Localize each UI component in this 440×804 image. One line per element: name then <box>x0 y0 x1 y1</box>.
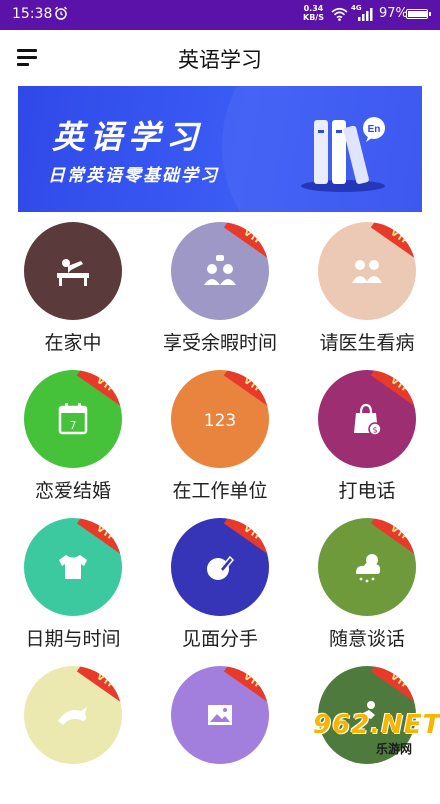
category-label: 见面分手 <box>181 628 258 650</box>
category-circle: VIP <box>171 666 269 764</box>
weather-icon <box>356 554 381 583</box>
category-item[interactable]: VIP $ 打电话 <box>294 360 440 508</box>
tshirt-icon <box>59 555 87 579</box>
category-circle: VIP $ <box>318 370 416 468</box>
category-label: 在家中 <box>44 332 102 354</box>
network-speed-value: 0.34 <box>303 4 324 13</box>
person-bed-icon <box>57 259 89 286</box>
watermark-logo-text: 962.NET <box>313 710 440 740</box>
edit-icon <box>207 555 235 580</box>
page-title: 英语学习 <box>178 48 262 72</box>
category-label: 享受余暇时间 <box>162 332 277 354</box>
category-circle <box>24 222 122 320</box>
family-icon <box>352 260 382 283</box>
watermark-site-name: 乐游网 <box>376 742 413 756</box>
watermark: 962.NET 乐游网 <box>303 708 440 758</box>
banner-title: 英语学习 <box>52 118 205 156</box>
status-time: 15:38 <box>12 6 53 22</box>
picture-icon <box>208 705 232 725</box>
category-item[interactable]: VIP 请医生看病 <box>294 212 440 360</box>
svg-text:123: 123 <box>204 411 236 431</box>
signal-icon <box>358 8 373 21</box>
banner-subtitle: 日常英语零基础学习 <box>48 166 219 186</box>
category-label: 在工作单位 <box>172 480 268 502</box>
category-item[interactable]: VIP 123 在工作单位 <box>147 360 293 508</box>
status-bar: 15:38 0.34 KB/S 4G 97% <box>0 0 440 30</box>
shopping-bag-icon: $ <box>354 403 382 436</box>
category-label: 打电话 <box>338 480 396 502</box>
category-circle: VIP <box>24 666 122 764</box>
category-item[interactable]: VIP 日期与时间 <box>0 508 146 656</box>
category-label: 恋爱结婚 <box>34 480 111 502</box>
category-item[interactable]: VIP <box>0 656 146 804</box>
category-circle: VIP <box>318 518 416 616</box>
category-circle: VIP 123 <box>171 370 269 468</box>
people-talk-icon <box>204 255 236 285</box>
svg-text:$: $ <box>372 426 377 435</box>
calendar-icon: 7 <box>58 403 88 435</box>
category-circle: VIP <box>171 222 269 320</box>
category-circle: VIP <box>24 518 122 616</box>
books-icon: En <box>301 117 385 192</box>
category-item[interactable]: VIP 见面分手 <box>147 508 293 656</box>
category-circle: VIP 7 <box>24 370 122 468</box>
network-speed-unit: KB/S <box>303 13 324 22</box>
wifi-icon <box>331 7 348 21</box>
banner-badge: En <box>368 124 381 135</box>
dolphin-icon <box>58 707 87 725</box>
category-label: 随意谈话 <box>328 628 405 650</box>
category-item[interactable]: VIP 享受余暇时间 <box>147 212 293 360</box>
battery-icon <box>406 9 431 19</box>
category-item[interactable]: VIP <box>147 656 293 804</box>
battery-percent: 97% <box>379 6 408 21</box>
category-grid: 在家中 VIP 享受余暇时间 VIP 请医生看病 VIP 7 恋爱结婚 VIP … <box>0 212 440 764</box>
svg-text:7: 7 <box>70 419 77 432</box>
banner[interactable]: 英语学习 日常英语零基础学习 En <box>18 86 422 212</box>
numbers-icon: 123 <box>204 411 236 431</box>
alarm-icon <box>55 6 67 20</box>
category-label: 日期与时间 <box>25 628 121 650</box>
category-circle: VIP <box>171 518 269 616</box>
app-bar: 英语学习 <box>0 30 440 86</box>
category-item[interactable]: 在家中 <box>0 212 146 360</box>
network-speed: 0.34 KB/S <box>303 4 324 22</box>
category-label: 请医生看病 <box>319 332 415 354</box>
category-item[interactable]: VIP 随意谈话 <box>294 508 440 656</box>
category-item[interactable]: VIP 7 恋爱结婚 <box>0 360 146 508</box>
category-circle: VIP <box>318 222 416 320</box>
